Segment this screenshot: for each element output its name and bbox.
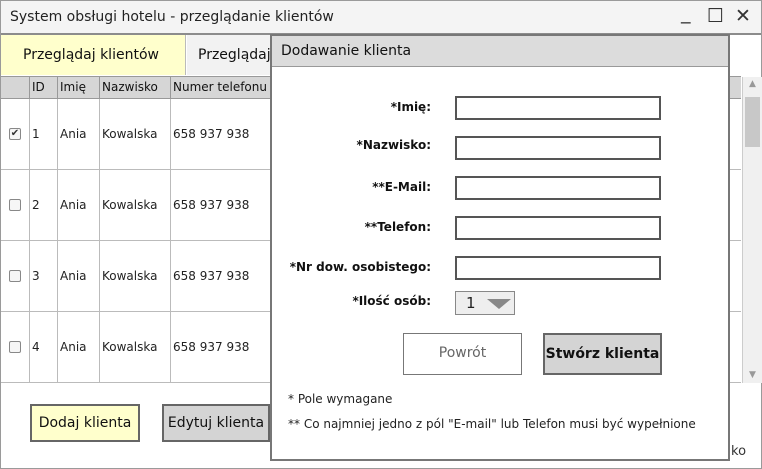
close-icon[interactable]: ✕ xyxy=(735,5,751,27)
dialog-title: Dodawanie klienta xyxy=(281,43,412,59)
cell-last-name: Kowalska xyxy=(99,312,170,382)
maximize-icon[interactable]: ☐ xyxy=(707,5,724,27)
minimize-icon[interactable]: _ xyxy=(681,2,691,24)
column-header-last-name: Nazwisko xyxy=(99,77,170,98)
cell-id: 4 xyxy=(29,312,57,382)
phone-field[interactable] xyxy=(455,216,661,240)
column-header-id: ID xyxy=(29,77,57,98)
id-card-label: *Nr dow. osobistego: xyxy=(289,260,431,274)
required-note: * Pole wymagane xyxy=(288,392,393,406)
title-bar: System obsługi hotelu - przeglądanie kli… xyxy=(1,1,761,35)
guests-select[interactable]: 1 xyxy=(455,291,515,315)
row-checkbox[interactable] xyxy=(9,199,21,211)
cell-last-name: Kowalska xyxy=(99,170,170,240)
email-label: **E-Mail: xyxy=(372,180,431,194)
cell-first-name: Ania xyxy=(57,241,99,311)
row-checkbox[interactable] xyxy=(9,270,21,282)
edit-client-button[interactable]: Edytuj klienta xyxy=(162,404,270,442)
last-name-label: *Nazwisko: xyxy=(356,138,431,152)
id-card-field[interactable] xyxy=(455,256,661,280)
last-name-field[interactable] xyxy=(455,136,661,160)
cell-id: 3 xyxy=(29,241,57,311)
guests-label: *Ilość osób: xyxy=(352,294,431,308)
scroll-down-icon[interactable]: ▼ xyxy=(743,370,762,380)
email-field[interactable] xyxy=(455,176,661,200)
contact-note: ** Co najmniej jedno z pól "E-mail" lub … xyxy=(288,417,696,431)
cell-last-name: Kowalska xyxy=(99,241,170,311)
back-button[interactable]: Powrót xyxy=(403,333,522,375)
cell-first-name: Ania xyxy=(57,99,99,169)
phone-label: **Telefon: xyxy=(364,220,431,234)
row-checkbox[interactable] xyxy=(9,341,21,353)
cell-first-name: Ania xyxy=(57,312,99,382)
column-header-first-name: Imię xyxy=(57,77,99,98)
tab-browse-clients[interactable]: Przeglądaj klientów xyxy=(1,35,186,75)
first-name-field[interactable] xyxy=(455,96,661,120)
cell-phone: 658 937 938 xyxy=(170,241,271,311)
window-title: System obsługi hotelu - przeglądanie kli… xyxy=(10,9,334,25)
create-client-button[interactable]: Stwórz klienta xyxy=(543,333,662,375)
row-checkbox[interactable]: ✔ xyxy=(9,128,21,140)
column-header-phone: Numer telefonu xyxy=(170,77,271,98)
cell-last-name: Kowalska xyxy=(99,99,170,169)
partial-label: ko xyxy=(731,444,747,459)
cell-phone: 658 937 938 xyxy=(170,99,271,169)
guests-select-value: 1 xyxy=(466,294,476,312)
dialog-title-bar: Dodawanie klienta xyxy=(272,36,728,67)
first-name-label: *Imię: xyxy=(390,100,431,114)
table-scrollbar[interactable]: ▲ ▼ xyxy=(742,77,762,383)
scroll-up-icon[interactable]: ▲ xyxy=(743,79,762,89)
cell-phone: 658 937 938 xyxy=(170,170,271,240)
caret-down-icon xyxy=(487,299,511,309)
cell-id: 1 xyxy=(29,99,57,169)
cell-first-name: Ania xyxy=(57,170,99,240)
cell-phone: 658 937 938 xyxy=(170,312,271,382)
cell-id: 2 xyxy=(29,170,57,240)
scroll-thumb[interactable] xyxy=(745,97,760,147)
add-client-button[interactable]: Dodaj klienta xyxy=(30,404,140,442)
tab-browse-other[interactable]: Przeglądaj xyxy=(187,35,277,75)
add-client-dialog: Dodawanie klienta *Imię: *Nazwisko: **E-… xyxy=(270,34,730,461)
